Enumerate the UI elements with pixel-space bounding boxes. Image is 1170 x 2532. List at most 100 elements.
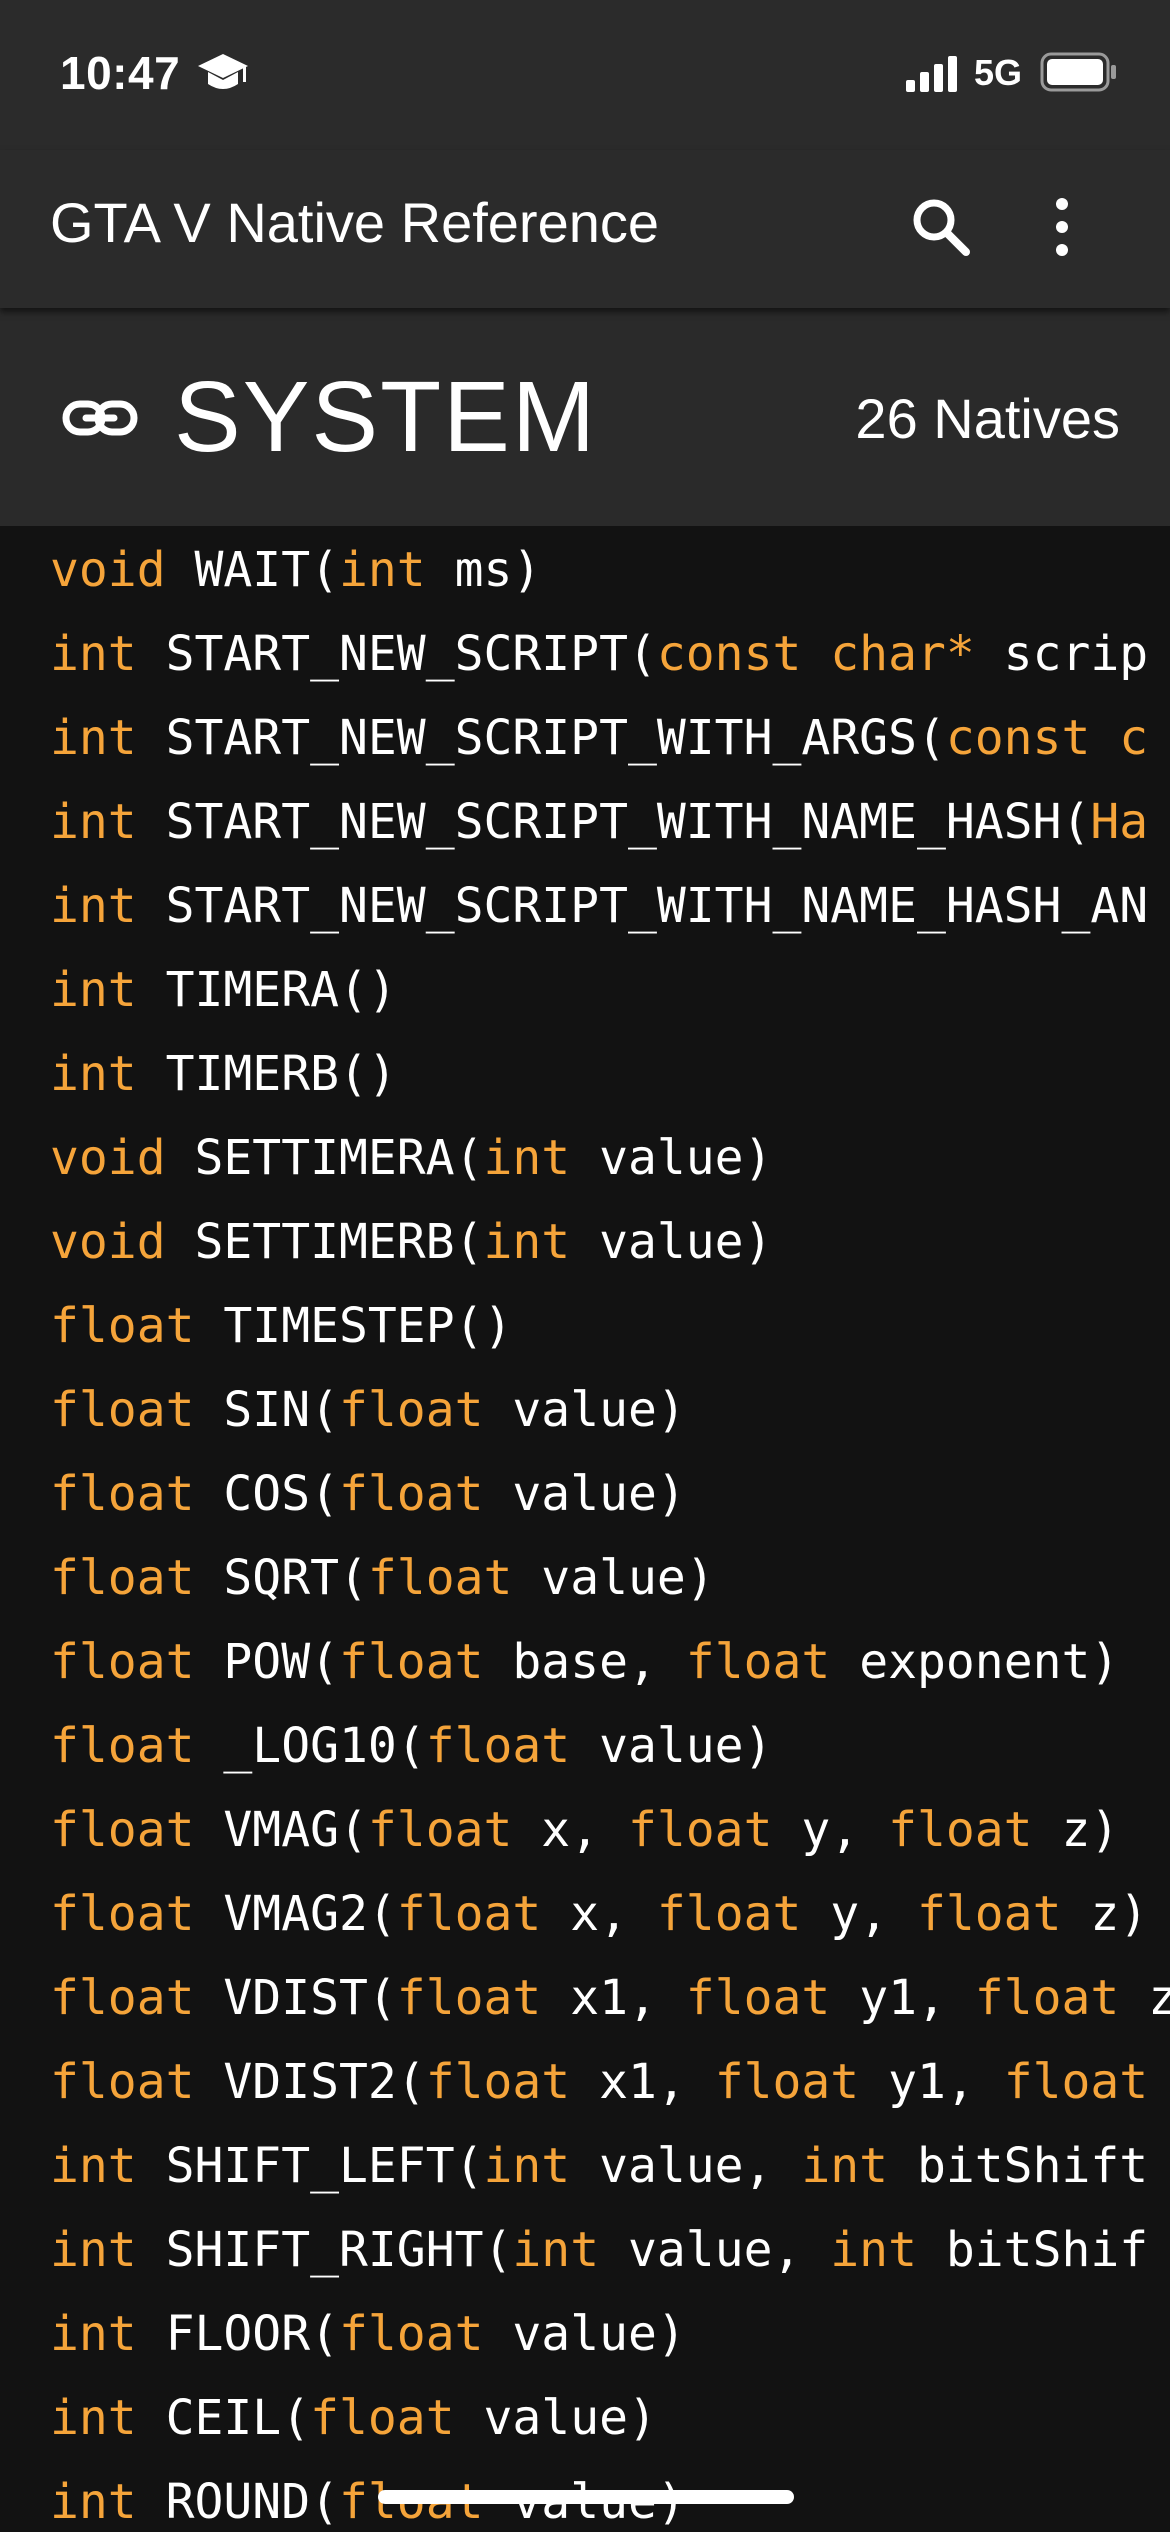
native-row[interactable]: void SETTIMERB(int value) bbox=[50, 1200, 772, 1284]
signature-text: START_NEW_SCRIPT_WITH_NAME_HASH( bbox=[136, 794, 1091, 850]
type-keyword: float bbox=[396, 1886, 542, 1942]
type-keyword: float bbox=[425, 1718, 571, 1774]
native-row[interactable]: int START_NEW_SCRIPT_WITH_NAME_HASH(Ha bbox=[50, 780, 1148, 864]
type-keyword: float bbox=[50, 1634, 195, 1690]
battery-icon bbox=[1040, 52, 1116, 92]
signature-text: TIMERB() bbox=[136, 1046, 397, 1102]
type-keyword: void bbox=[50, 1130, 166, 1186]
native-row[interactable]: float COS(float value) bbox=[50, 1452, 686, 1536]
more-vertical-icon[interactable] bbox=[1032, 192, 1092, 262]
native-row[interactable]: int CEIL(float value) bbox=[50, 2376, 657, 2460]
signature-text: value) bbox=[570, 1130, 773, 1186]
native-row[interactable]: int START_NEW_SCRIPT_WITH_ARGS(const c bbox=[50, 696, 1148, 780]
native-count: 26 Natives bbox=[855, 387, 1120, 450]
native-row[interactable]: float TIMESTEP() bbox=[50, 1284, 512, 1368]
signature-text: SIN( bbox=[194, 1382, 339, 1438]
type-keyword: float bbox=[627, 1802, 773, 1858]
type-keyword: float bbox=[685, 1634, 831, 1690]
home-indicator[interactable] bbox=[378, 2490, 794, 2504]
signature-text: value) bbox=[483, 2306, 686, 2362]
native-row[interactable]: float SIN(float value) bbox=[50, 1368, 686, 1452]
type-keyword: int bbox=[50, 626, 137, 682]
type-keyword: int bbox=[50, 2222, 137, 2278]
status-time: 10:47 bbox=[60, 47, 181, 99]
type-keyword: Ha bbox=[1090, 794, 1149, 850]
signature-text: SETTIMERB( bbox=[165, 1214, 484, 1270]
section-title: SYSTEM bbox=[174, 361, 598, 473]
type-keyword: int bbox=[50, 878, 137, 934]
signature-text: value) bbox=[570, 1718, 773, 1774]
signature-text: _LOG10( bbox=[194, 1718, 426, 1774]
type-keyword: const c bbox=[945, 710, 1149, 766]
signature-text: FLOOR( bbox=[136, 2306, 339, 2362]
signature-text: x1, bbox=[541, 1970, 686, 2026]
type-keyword: int bbox=[50, 2306, 137, 2362]
native-row[interactable]: int TIMERA() bbox=[50, 948, 397, 1032]
graduation-cap-icon bbox=[198, 54, 248, 89]
type-keyword: int bbox=[830, 2222, 917, 2278]
signature-text: SHIFT_LEFT( bbox=[136, 2138, 484, 2194]
type-keyword: float bbox=[339, 1466, 484, 1522]
native-row[interactable]: void SETTIMERA(int value) bbox=[50, 1116, 772, 1200]
type-keyword: float bbox=[339, 1634, 484, 1690]
type-keyword: int bbox=[801, 2138, 889, 2194]
type-keyword: float bbox=[50, 1382, 195, 1438]
link-icon[interactable] bbox=[62, 386, 138, 450]
search-icon[interactable] bbox=[906, 192, 976, 262]
type-keyword: void bbox=[50, 1214, 166, 1270]
signature-text: bitShif bbox=[916, 2222, 1149, 2278]
native-row[interactable]: float SQRT(float value) bbox=[50, 1536, 715, 1620]
type-keyword: float bbox=[339, 1382, 484, 1438]
type-keyword: float bbox=[310, 2390, 455, 2446]
signature-text: exponent) bbox=[830, 1634, 1120, 1690]
native-row[interactable]: float VDIST2(float x1, float y1, float bbox=[50, 2040, 1148, 2124]
native-row[interactable]: float POW(float base, float exponent) bbox=[50, 1620, 1119, 1704]
type-keyword: int bbox=[50, 794, 137, 850]
signature-text: value, bbox=[599, 2222, 831, 2278]
native-row[interactable]: void WAIT(int ms) bbox=[50, 528, 541, 612]
native-row[interactable]: int START_NEW_SCRIPT_WITH_NAME_HASH_AN bbox=[50, 864, 1148, 948]
type-keyword: int bbox=[50, 2390, 137, 2446]
type-keyword: float bbox=[396, 1970, 542, 2026]
type-keyword: float bbox=[916, 1886, 1062, 1942]
signature-text: COS( bbox=[194, 1466, 339, 1522]
signature-text: value) bbox=[483, 1466, 686, 1522]
app-bar: GTA V Native Reference bbox=[0, 150, 1170, 308]
signature-text: z bbox=[1148, 1970, 1170, 2026]
native-row[interactable]: int FLOOR(float value) bbox=[50, 2292, 686, 2376]
type-keyword: float bbox=[888, 1802, 1033, 1858]
status-bar: 10:47 5G bbox=[0, 0, 1170, 150]
signature-text: y, bbox=[801, 1886, 917, 1942]
native-row[interactable]: int TIMERB() bbox=[50, 1032, 397, 1116]
signature-text: x1, bbox=[570, 2054, 715, 2110]
signature-text: POW( bbox=[194, 1634, 339, 1690]
native-row[interactable]: int SHIFT_RIGHT(int value, int bitShif bbox=[50, 2208, 1148, 2292]
signature-text: VDIST2( bbox=[194, 2054, 426, 2110]
signature-text: bitShift bbox=[888, 2138, 1149, 2194]
native-row[interactable]: float VDIST(float x1, float y1, float z bbox=[50, 1956, 1170, 2040]
native-list[interactable]: void WAIT(int ms) int START_NEW_SCRIPT(co… bbox=[0, 526, 1170, 2532]
native-row[interactable]: float _LOG10(float value) bbox=[50, 1704, 772, 1788]
signature-text: value) bbox=[512, 1550, 715, 1606]
type-keyword: const char* bbox=[656, 626, 975, 682]
signature-text: START_NEW_SCRIPT( bbox=[136, 626, 657, 682]
signature-text: value) bbox=[570, 1214, 773, 1270]
signature-text: y, bbox=[772, 1802, 889, 1858]
signature-text: y1, bbox=[830, 1970, 975, 2026]
type-keyword: float bbox=[714, 2054, 860, 2110]
signature-text: z) bbox=[1032, 1802, 1120, 1858]
type-keyword: float bbox=[50, 1802, 195, 1858]
type-keyword: int bbox=[338, 542, 426, 598]
app-title: GTA V Native Reference bbox=[50, 191, 659, 254]
native-row[interactable]: int START_NEW_SCRIPT(const char* scrip bbox=[50, 612, 1148, 696]
signature-text: SETTIMERA( bbox=[165, 1130, 484, 1186]
native-row[interactable]: float VMAG2(float x, float y, float z) bbox=[50, 1872, 1148, 1956]
signature-text: value) bbox=[454, 2390, 657, 2446]
type-keyword: int bbox=[483, 1214, 571, 1270]
type-keyword: int bbox=[50, 2138, 137, 2194]
type-keyword: int bbox=[50, 1046, 137, 1102]
native-row[interactable]: float VMAG(float x, float y, float z) bbox=[50, 1788, 1119, 1872]
type-keyword: int bbox=[50, 962, 137, 1018]
native-row[interactable]: int SHIFT_LEFT(int value, int bitShift bbox=[50, 2124, 1148, 2208]
signature-text: START_NEW_SCRIPT_WITH_ARGS( bbox=[136, 710, 946, 766]
